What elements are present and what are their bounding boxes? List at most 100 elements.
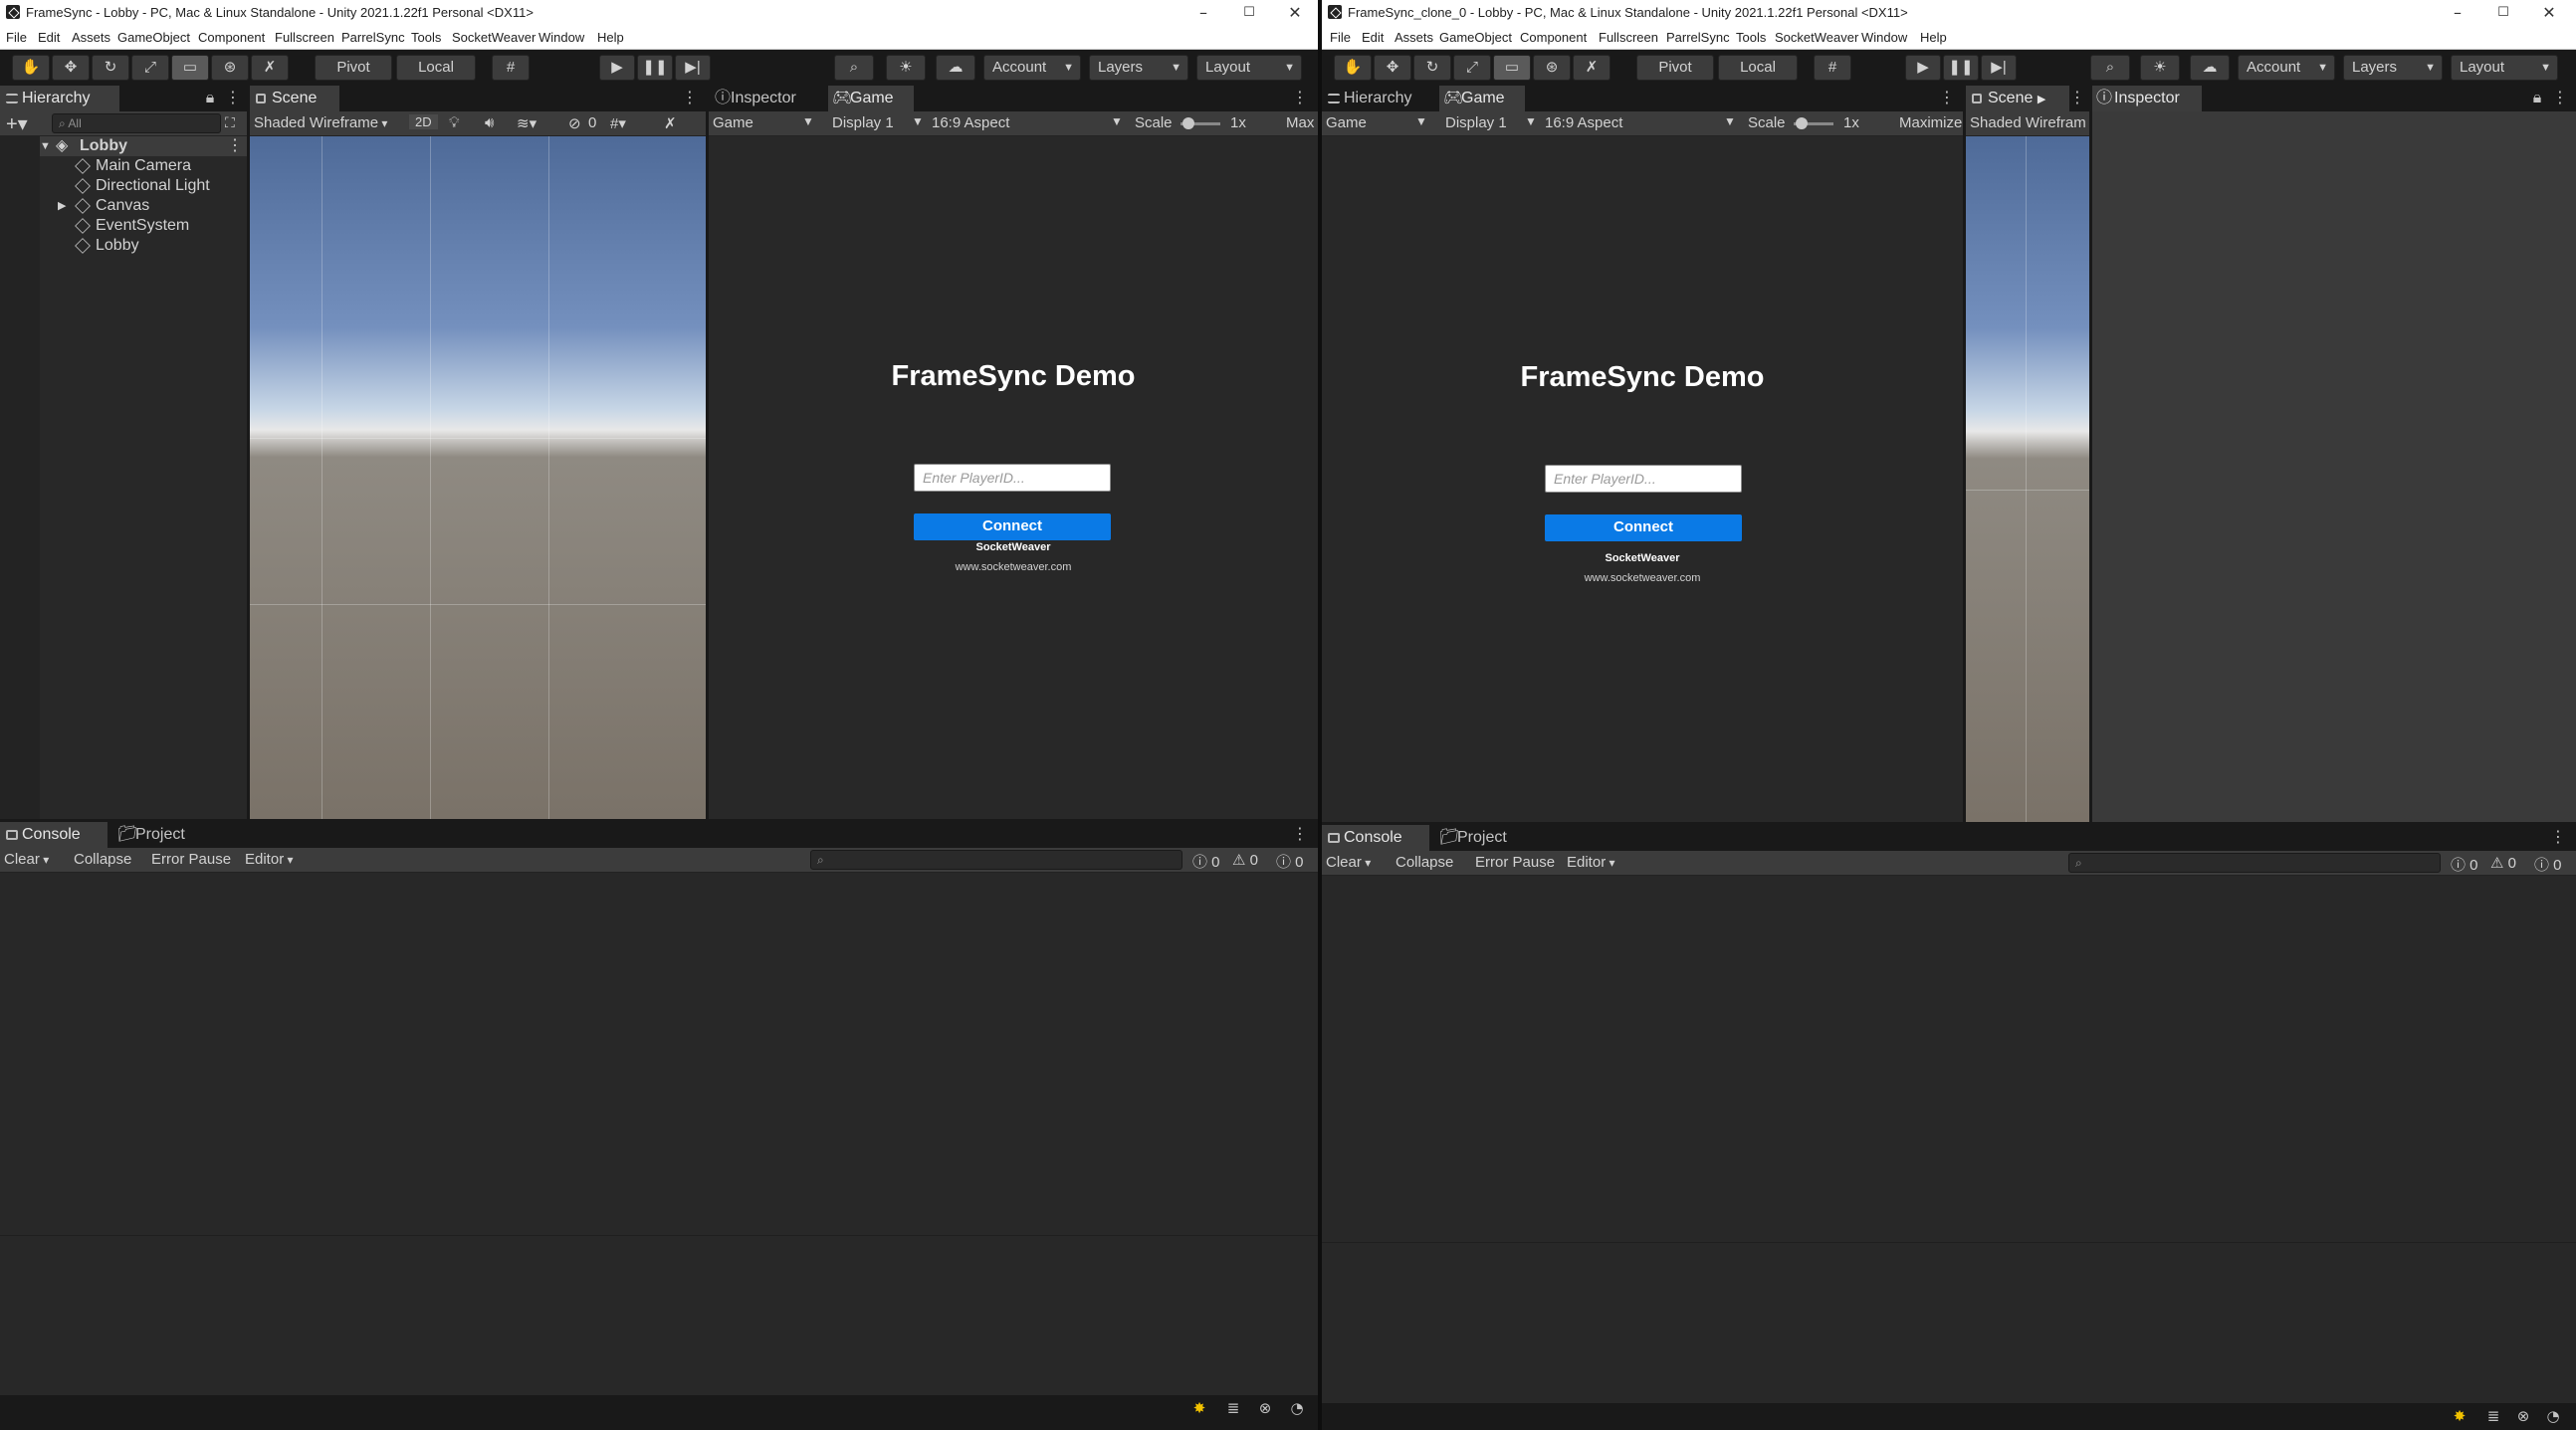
- menu-file[interactable]: File: [6, 30, 27, 45]
- display-dropdown[interactable]: Display 1: [1445, 114, 1507, 131]
- collapse-button[interactable]: Collapse: [1395, 854, 1453, 871]
- services-button[interactable]: ☀: [886, 55, 926, 81]
- menu-component[interactable]: Component: [1520, 30, 1587, 45]
- website-link[interactable]: www.socketweaver.com: [1322, 572, 1963, 584]
- pause-button[interactable]: ❚❚: [637, 55, 673, 81]
- menu-assets[interactable]: Assets: [1395, 30, 1433, 45]
- menu-parrelsync[interactable]: ParrelSync: [341, 30, 405, 45]
- console-log-area[interactable]: [0, 873, 1318, 1395]
- minimize-button[interactable]: –: [2435, 0, 2480, 25]
- aspect-dropdown[interactable]: 16:9 Aspect: [932, 114, 1009, 131]
- create-add-icon[interactable]: +▾: [6, 111, 28, 136]
- transform-tool-button[interactable]: ⊛: [211, 55, 249, 81]
- shading-mode-dropdown[interactable]: Shaded Wireframe: [254, 114, 387, 131]
- warning-count-badge[interactable]: ⚠ 0: [2490, 854, 2516, 872]
- error-count-badge[interactable]: ⓘ 0: [1276, 851, 1304, 872]
- maximize-toggle[interactable]: Maximize: [1899, 114, 1963, 131]
- warning-count-badge[interactable]: ⚠ 0: [1232, 851, 1258, 869]
- layout-dropdown[interactable]: Layout: [2451, 55, 2558, 81]
- menu-fullscreen[interactable]: Fullscreen: [1599, 30, 1658, 45]
- step-button[interactable]: ▶|: [675, 55, 711, 81]
- menu-window[interactable]: Window: [538, 30, 584, 45]
- menu-edit[interactable]: Edit: [1362, 30, 1384, 45]
- custom-tool-button[interactable]: ✗: [251, 55, 289, 81]
- search-button[interactable]: ⌕: [834, 55, 874, 81]
- editor-dropdown[interactable]: Editor: [1567, 854, 1615, 871]
- game-mode-dropdown[interactable]: Game: [713, 114, 753, 131]
- menu-file[interactable]: File: [1330, 30, 1351, 45]
- tab-hierarchy[interactable]: Hierarchy: [1322, 86, 1433, 111]
- lock-icon[interactable]: 🔒︎: [203, 86, 217, 111]
- grid-snap-button[interactable]: #: [492, 55, 530, 81]
- rect-tool-button[interactable]: ▭: [1493, 55, 1531, 81]
- tab-inspector[interactable]: ⓘ Inspector: [709, 86, 826, 111]
- clear-button[interactable]: Clear: [4, 851, 49, 868]
- menu-help[interactable]: Help: [597, 30, 624, 45]
- layers-dropdown[interactable]: Layers: [1089, 55, 1188, 81]
- tab-project[interactable]: 📁︎ Project: [113, 822, 213, 848]
- console-detail-divider[interactable]: [1322, 1242, 2576, 1243]
- player-id-input[interactable]: Enter PlayerID...: [914, 464, 1111, 492]
- game-menu-icon[interactable]: ⋮: [1939, 86, 1955, 111]
- close-button[interactable]: ✕: [1272, 0, 1318, 25]
- collab-icon[interactable]: ⊗: [2514, 1407, 2532, 1425]
- local-toggle[interactable]: Local: [1718, 55, 1798, 81]
- maximize-button[interactable]: ☐: [1226, 0, 1272, 25]
- website-link[interactable]: www.socketweaver.com: [709, 561, 1318, 573]
- close-button[interactable]: ✕: [2526, 0, 2572, 25]
- shading-mode-dropdown[interactable]: Shaded Wirefram: [1970, 114, 2086, 131]
- step-button[interactable]: ▶|: [1981, 55, 2017, 81]
- pause-button[interactable]: ❚❚: [1943, 55, 1979, 81]
- collab-icon[interactable]: ⊗: [1256, 1399, 1274, 1417]
- search-filter-icon[interactable]: ⛶: [225, 114, 235, 131]
- cloud-button[interactable]: ☁: [2190, 55, 2230, 81]
- menu-gameobject[interactable]: GameObject: [1439, 30, 1512, 45]
- tab-hierarchy[interactable]: Hierarchy: [0, 86, 119, 111]
- console-detail-divider[interactable]: [0, 1235, 1318, 1236]
- menu-window[interactable]: Window: [1861, 30, 1907, 45]
- lighting-status-icon[interactable]: ✸: [1190, 1399, 1208, 1417]
- error-pause-button[interactable]: Error Pause: [151, 851, 231, 868]
- layout-dropdown[interactable]: Layout: [1196, 55, 1302, 81]
- custom-tool-button[interactable]: ✗: [1573, 55, 1610, 81]
- menu-assets[interactable]: Assets: [72, 30, 110, 45]
- log-count-badge[interactable]: ⓘ 0: [1192, 851, 1220, 872]
- hidden-objects-icon[interactable]: ⊘: [568, 114, 581, 132]
- display-dropdown[interactable]: Display 1: [832, 114, 894, 131]
- tools-icon[interactable]: ✗: [664, 114, 677, 132]
- move-tool-button[interactable]: ✥: [1374, 55, 1411, 81]
- hand-tool-button[interactable]: ✋: [12, 55, 50, 81]
- tab-project[interactable]: 📁︎ Project: [1435, 825, 1535, 851]
- progress-icon[interactable]: ◔: [1288, 1399, 1306, 1417]
- account-dropdown[interactable]: Account: [983, 55, 1081, 81]
- scene-menu-icon[interactable]: ⋮: [227, 136, 243, 156]
- menu-socketweaver[interactable]: SocketWeaver: [452, 30, 536, 45]
- scale-tool-button[interactable]: ⤢: [131, 55, 169, 81]
- tab-inspector[interactable]: ⓘ Inspector: [2092, 86, 2202, 111]
- scene-viewport[interactable]: [1966, 136, 2089, 822]
- audio-toggle-icon[interactable]: 🔊︎: [485, 114, 494, 131]
- grid-toggle-icon[interactable]: #▾: [610, 114, 626, 132]
- menu-parrelsync[interactable]: ParrelSync: [1666, 30, 1730, 45]
- aspect-dropdown[interactable]: 16:9 Aspect: [1545, 114, 1622, 131]
- menu-edit[interactable]: Edit: [38, 30, 60, 45]
- tab-console[interactable]: Console: [0, 822, 107, 848]
- maximize-toggle[interactable]: Max: [1286, 114, 1314, 131]
- hierarchy-search-input[interactable]: ⌕ All: [52, 113, 221, 133]
- tab-scene[interactable]: Scene: [250, 86, 339, 111]
- console-search-input[interactable]: ⌕: [810, 850, 1182, 870]
- grid-snap-button[interactable]: #: [1814, 55, 1851, 81]
- scene-viewport[interactable]: [250, 136, 706, 819]
- rotate-tool-button[interactable]: ↻: [92, 55, 129, 81]
- scale-tool-button[interactable]: ⤢: [1453, 55, 1491, 81]
- collapse-button[interactable]: Collapse: [74, 851, 131, 868]
- progress-icon[interactable]: ◔: [2544, 1407, 2562, 1425]
- transform-tool-button[interactable]: ⊛: [1533, 55, 1571, 81]
- console-menu-icon[interactable]: ⋮: [2550, 825, 2566, 851]
- rect-tool-button[interactable]: ▭: [171, 55, 209, 81]
- game-mode-dropdown[interactable]: Game: [1326, 114, 1367, 131]
- toggle-2d-button[interactable]: 2D: [409, 114, 438, 129]
- menu-tools[interactable]: Tools: [1736, 30, 1766, 45]
- connect-button[interactable]: Connect: [914, 513, 1111, 540]
- pivot-toggle[interactable]: Pivot: [1636, 55, 1714, 81]
